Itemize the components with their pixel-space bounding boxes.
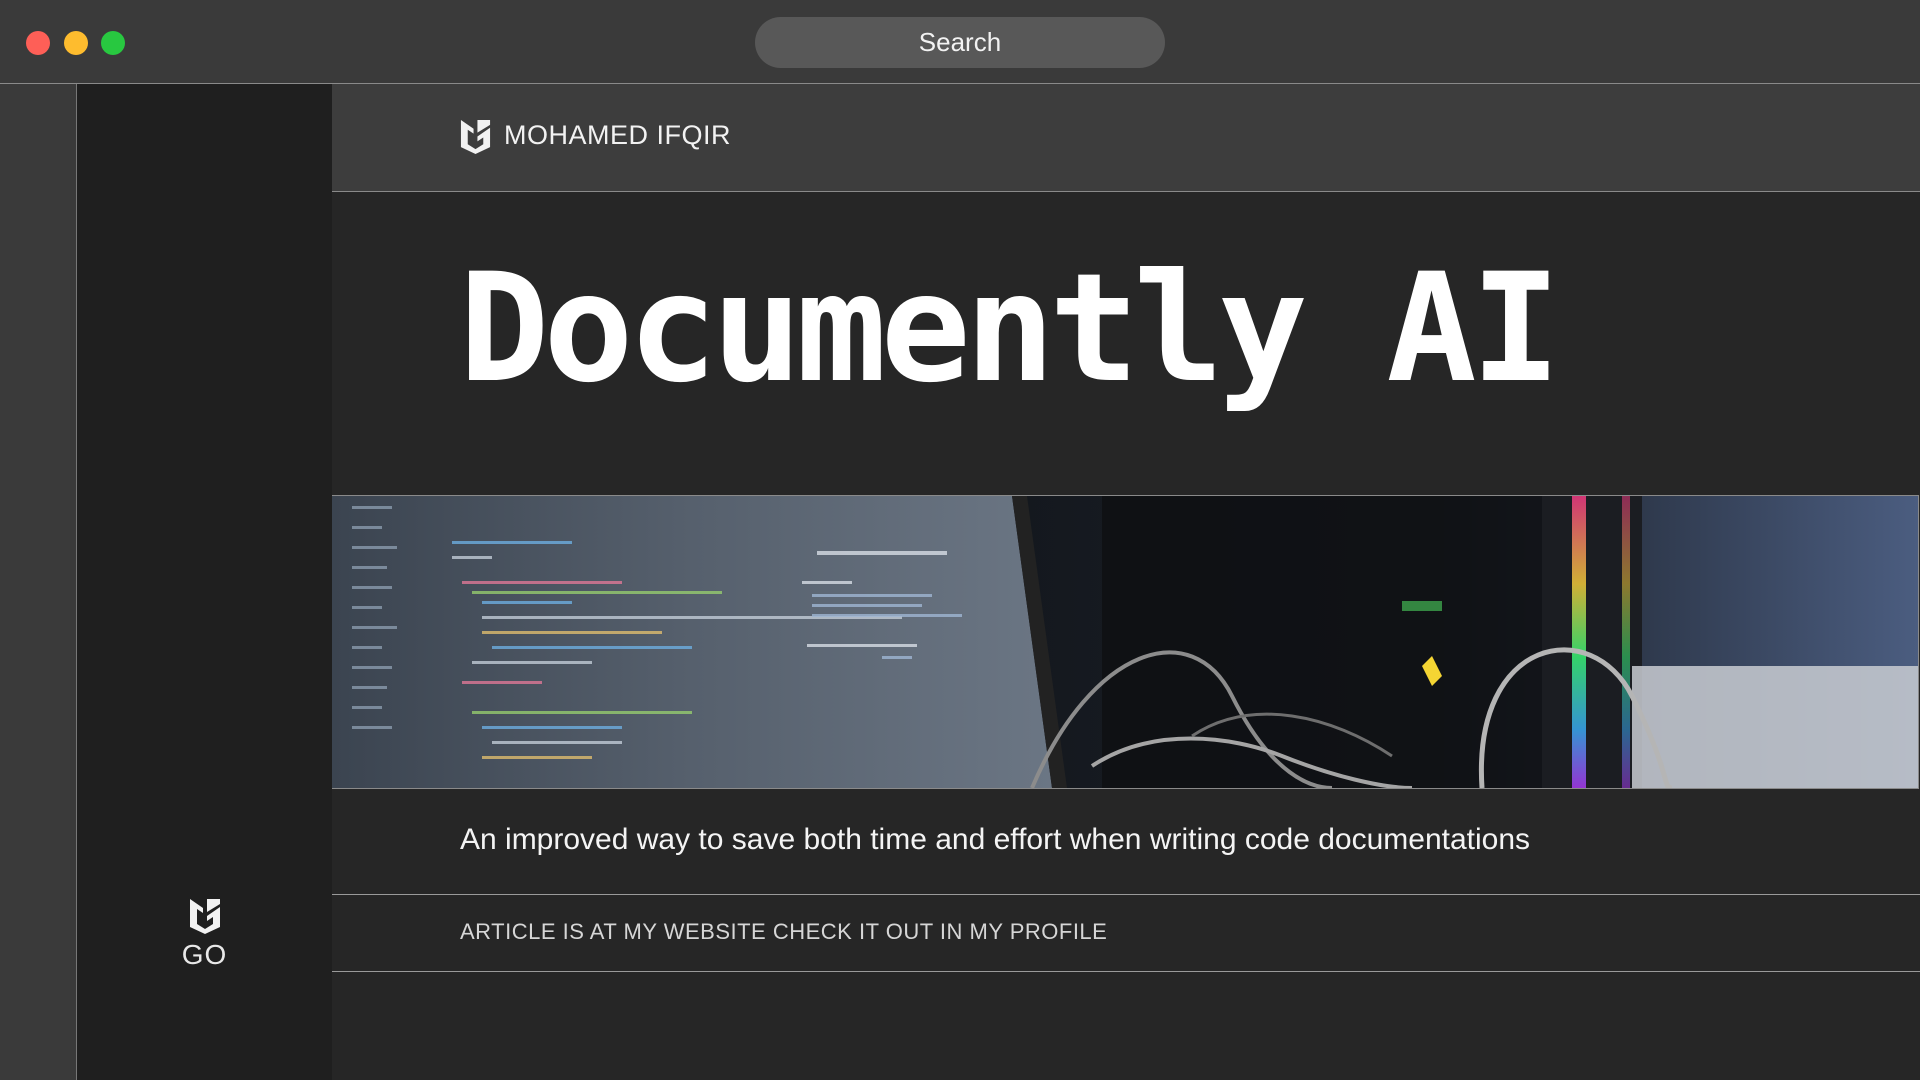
go-label: GO: [181, 939, 228, 970]
go-button[interactable]: GO: [77, 897, 332, 971]
maximize-window-button[interactable]: [101, 31, 125, 55]
sidebar: GO: [76, 84, 333, 1080]
minimize-window-button[interactable]: [64, 31, 88, 55]
brand-name[interactable]: MOHAMED IFQIR: [504, 120, 731, 151]
brand-shield-logo-icon: [189, 899, 220, 934]
hero-title: Documently AI: [459, 242, 1561, 416]
search-bar[interactable]: Search: [755, 17, 1165, 68]
laptop-code-workstation-photo: [332, 496, 1918, 788]
hero-image: [332, 495, 1919, 789]
search-label: Search: [918, 27, 1002, 57]
tagline-row: An improved way to save both time and ef…: [332, 788, 1920, 895]
main-content: MOHAMED IFQIR Documently AI An improved …: [332, 84, 1920, 1080]
left-gutter: [0, 84, 76, 1080]
close-window-button[interactable]: [26, 31, 50, 55]
brand-header: MOHAMED IFQIR: [332, 84, 1920, 192]
note-row: ARTICLE IS AT MY WEBSITE CHECK IT OUT IN…: [332, 895, 1920, 972]
tagline: An improved way to save both time and ef…: [460, 823, 1531, 856]
window-titlebar: Search: [0, 0, 1920, 84]
brand-shield-logo-icon: [460, 120, 491, 154]
article-note: ARTICLE IS AT MY WEBSITE CHECK IT OUT IN…: [460, 919, 1108, 944]
